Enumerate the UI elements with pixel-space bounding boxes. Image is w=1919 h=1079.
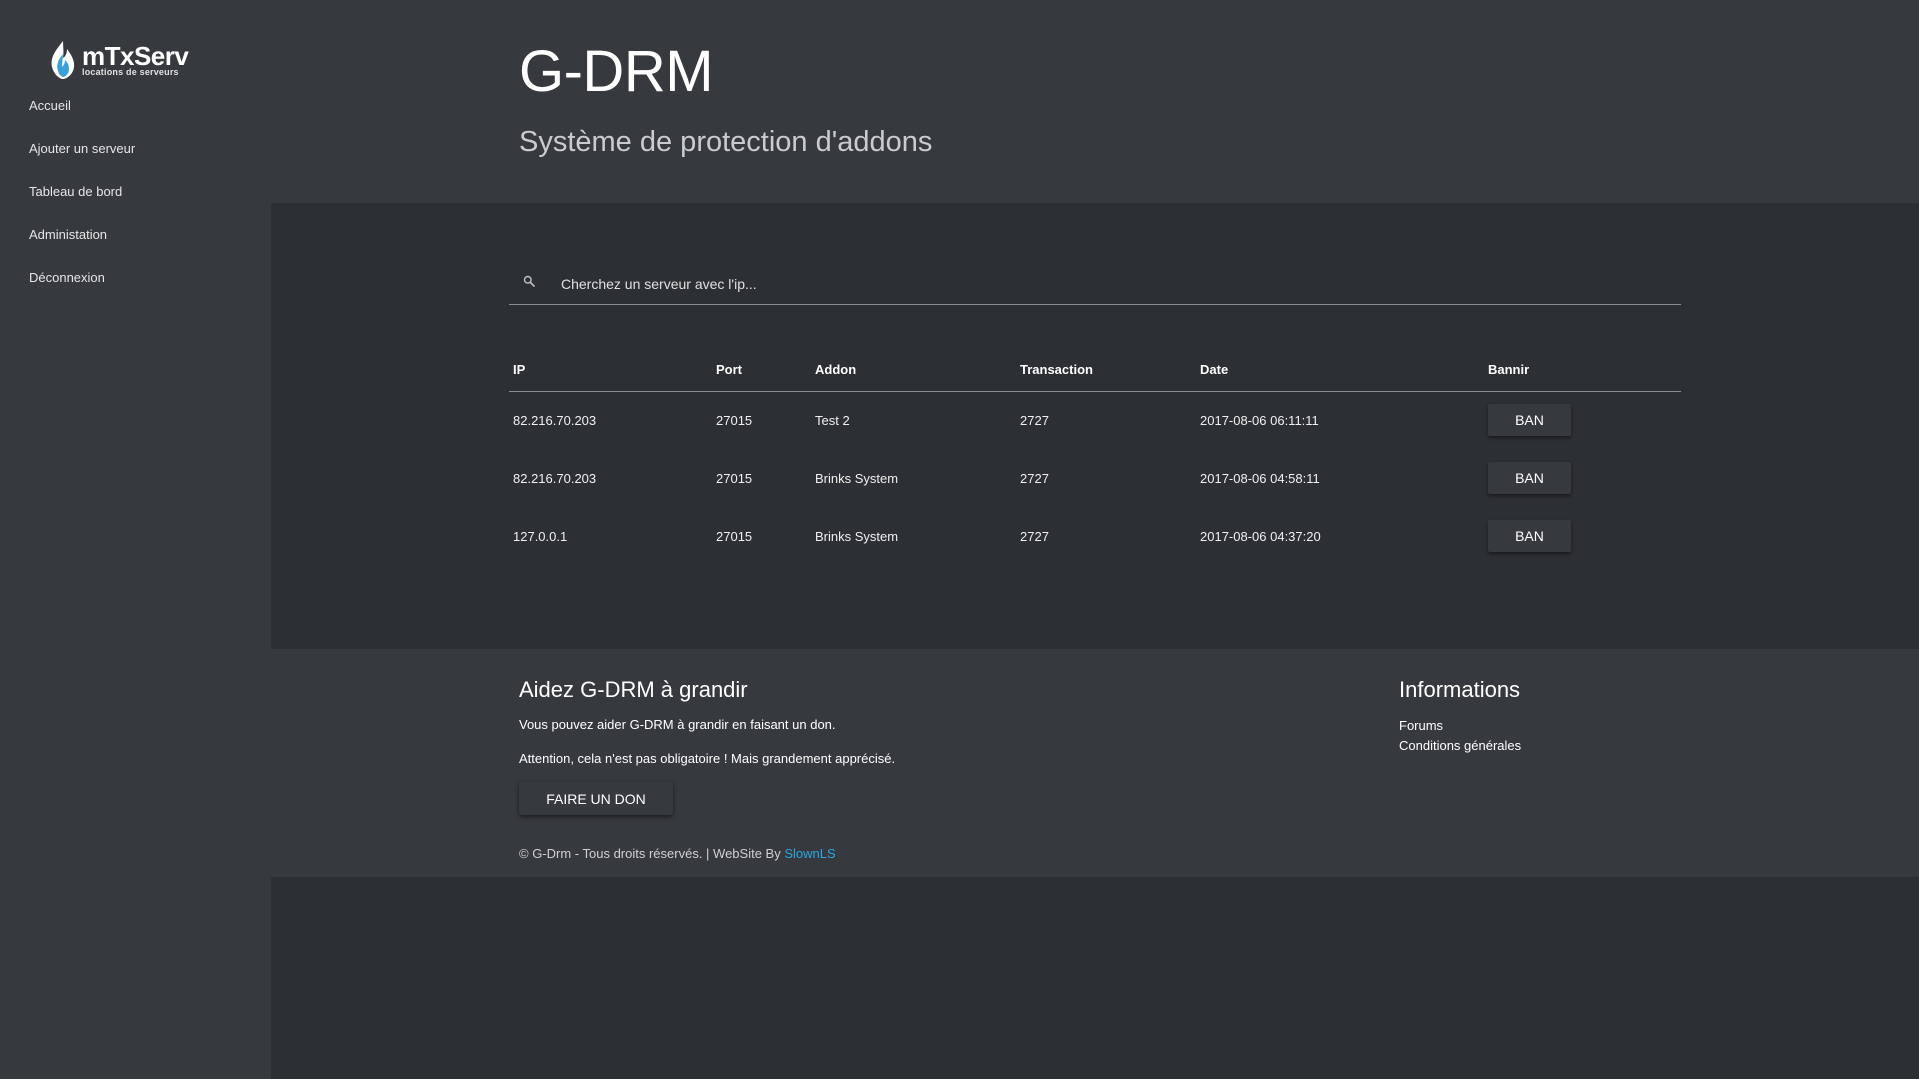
page-subtitle: Système de protection d'addons — [519, 126, 933, 158]
copyright: © G-Drm - Tous droits réservés. | WebSit… — [519, 846, 836, 861]
flame-icon — [51, 41, 75, 79]
ban-button[interactable]: BAN — [1488, 520, 1571, 552]
cell-ban: BAN — [1484, 507, 1681, 565]
copyright-text: © G-Drm - Tous droits réservés. | WebSit… — [519, 846, 785, 861]
ban-button[interactable]: BAN — [1488, 404, 1571, 437]
info-links: Forums Conditions générales — [1399, 716, 1521, 756]
brand-name: mTxServ — [82, 41, 189, 71]
column-header-port: Port — [712, 349, 811, 392]
table-row: 82.216.70.203 27015 Brinks System 2727 2… — [509, 449, 1681, 507]
forums-link[interactable]: Forums — [1399, 716, 1521, 736]
terms-link[interactable]: Conditions générales — [1399, 736, 1521, 756]
search-bar — [509, 265, 1681, 305]
table-header-row: IP Port Addon Transaction Date Bannir — [509, 349, 1681, 392]
table-row: 82.216.70.203 27015 Test 2 2727 2017-08-… — [509, 391, 1681, 449]
cell-ip: 127.0.0.1 — [513, 528, 568, 544]
sidebar-item-ajouter-serveur[interactable]: Ajouter un serveur — [0, 135, 271, 178]
ban-button[interactable]: BAN — [1488, 462, 1571, 494]
cell-addon: Brinks System — [815, 470, 899, 486]
cell-transaction: 2727 — [1020, 412, 1049, 428]
author-link[interactable]: SlownLS — [784, 846, 835, 861]
sidebar-item-administation[interactable]: Administation — [0, 221, 271, 264]
sidebar-item-tableau-de-bord[interactable]: Tableau de bord — [0, 178, 271, 221]
footer: Aidez G-DRM à grandir Vous pouvez aider … — [271, 649, 1919, 877]
sidebar-item-deconnexion[interactable]: Déconnexion — [0, 264, 271, 307]
cell-date: 2017-08-06 06:11:11 — [1200, 412, 1319, 428]
column-header-transaction: Transaction — [1016, 349, 1196, 392]
main-content: IP Port Addon Transaction Date Bannir 82… — [271, 203, 1919, 649]
cell-addon: Brinks System — [815, 528, 899, 544]
footer-notice-text: Attention, cela n'est pas obligatoire ! … — [519, 751, 896, 766]
cell-date: 2017-08-06 04:37:20 — [1200, 528, 1321, 544]
cell-transaction: 2727 — [1020, 528, 1049, 544]
brand-tagline: locations de serveurs — [82, 67, 179, 77]
cell-ip: 82.216.70.203 — [513, 412, 597, 428]
table-row: 127.0.0.1 27015 Brinks System 2727 2017-… — [509, 507, 1681, 565]
column-header-ip: IP — [509, 349, 712, 392]
page-background — [271, 877, 1919, 1079]
info-title: Informations — [1399, 677, 1521, 702]
page-title: G-DRM — [519, 39, 714, 104]
cell-ban: BAN — [1484, 391, 1681, 449]
cell-port: 27015 — [716, 412, 753, 428]
column-header-addon: Addon — [811, 349, 1016, 392]
column-header-date: Date — [1196, 349, 1484, 392]
sidebar-item-accueil[interactable]: Accueil — [0, 92, 271, 135]
sidebar-nav: Accueil Ajouter un serveur Tableau de bo… — [0, 92, 271, 307]
donate-button[interactable]: FAIRE UN DON — [519, 782, 673, 815]
column-header-ban: Bannir — [1484, 349, 1681, 392]
cell-addon: Test 2 — [815, 412, 850, 428]
servers-table: IP Port Addon Transaction Date Bannir 82… — [509, 349, 1681, 565]
search-icon — [523, 275, 535, 287]
footer-title: Aidez G-DRM à grandir — [519, 677, 748, 702]
cell-transaction: 2727 — [1020, 470, 1049, 486]
cell-ban: BAN — [1484, 449, 1681, 507]
cell-port: 27015 — [716, 528, 753, 544]
sidebar: mTxServ locations de serveurs Accueil Aj… — [0, 0, 271, 1079]
cell-ip: 82.216.70.203 — [513, 470, 597, 486]
footer-donation-text: Vous pouvez aider G-DRM à grandir en fai… — [519, 717, 836, 732]
cell-date: 2017-08-06 04:58:11 — [1200, 470, 1320, 486]
brand-logo[interactable]: mTxServ locations de serveurs — [48, 40, 189, 80]
search-input[interactable] — [561, 271, 1661, 297]
cell-port: 27015 — [716, 470, 753, 486]
hero-header: G-DRM Système de protection d'addons — [271, 0, 1919, 203]
